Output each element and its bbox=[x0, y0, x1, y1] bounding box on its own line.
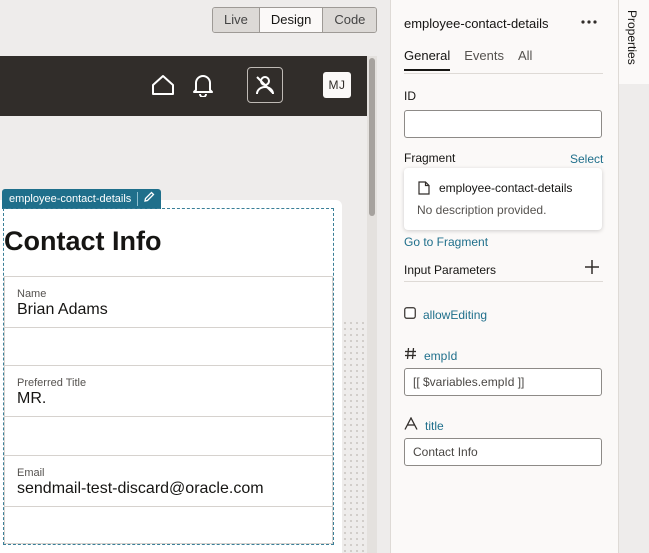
tab-all[interactable]: All bbox=[518, 48, 532, 71]
properties-title: employee-contact-details bbox=[404, 16, 549, 31]
more-options-icon[interactable] bbox=[579, 12, 599, 32]
fragment-card-description: No description provided. bbox=[417, 203, 547, 217]
mode-design-button[interactable]: Design bbox=[259, 8, 324, 32]
field-spacer bbox=[4, 506, 333, 544]
side-strip: Properties bbox=[618, 0, 649, 553]
email-field-value: sendmail-test-discard@oracle.com bbox=[17, 480, 264, 497]
param-allow-editing: allowEditing bbox=[404, 306, 487, 324]
input-parameters-label: Input Parameters bbox=[404, 263, 497, 277]
add-parameter-icon[interactable] bbox=[584, 259, 602, 277]
canvas-dot-grid bbox=[342, 320, 367, 553]
properties-panel: employee-contact-details General Events … bbox=[390, 0, 618, 553]
tab-events[interactable]: Events bbox=[464, 48, 504, 71]
mode-toggle: Live Design Code bbox=[212, 7, 378, 33]
params-divider bbox=[404, 281, 603, 282]
home-icon[interactable] bbox=[148, 70, 178, 100]
preferred-title-value: MR. bbox=[17, 390, 47, 407]
bell-icon[interactable] bbox=[188, 70, 218, 100]
go-to-fragment-link[interactable]: Go to Fragment bbox=[404, 235, 488, 249]
fragment-card[interactable]: employee-contact-details No description … bbox=[404, 168, 602, 230]
emp-id-name[interactable]: empId bbox=[424, 349, 457, 363]
name-field[interactable]: Name Brian Adams bbox=[4, 276, 333, 328]
design-canvas: Live Design Code MJ employee-contact-det… bbox=[0, 0, 390, 553]
email-field-label: Email bbox=[17, 467, 45, 479]
emp-id-input[interactable] bbox=[404, 368, 602, 396]
title-param-name[interactable]: title bbox=[425, 419, 444, 433]
user-off-icon[interactable] bbox=[247, 67, 283, 103]
canvas-scrollbar-thumb[interactable] bbox=[369, 58, 375, 216]
allow-editing-name[interactable]: allowEditing bbox=[423, 308, 487, 322]
properties-side-tab[interactable]: Properties bbox=[619, 0, 649, 84]
text-type-icon bbox=[404, 416, 418, 435]
pencil-icon[interactable] bbox=[144, 189, 155, 209]
id-input[interactable] bbox=[404, 110, 602, 138]
param-title: title bbox=[404, 416, 444, 435]
preferred-title-field[interactable]: Preferred Title MR. bbox=[4, 365, 333, 417]
fragment-card-name: employee-contact-details bbox=[439, 181, 573, 195]
tabs-divider bbox=[404, 73, 603, 74]
fragment-selection-tag[interactable]: employee-contact-details bbox=[2, 189, 162, 209]
tab-general[interactable]: General bbox=[404, 48, 451, 71]
field-spacer bbox=[4, 327, 333, 366]
contact-info-heading: Contact Info bbox=[4, 226, 162, 256]
allow-editing-checkbox[interactable] bbox=[404, 306, 416, 324]
select-fragment-link[interactable]: Select bbox=[570, 152, 603, 166]
email-field[interactable]: Email sendmail-test-discard@oracle.com bbox=[4, 455, 333, 507]
number-hash-icon bbox=[404, 347, 417, 365]
param-emp-id: empId bbox=[404, 347, 457, 365]
id-label: ID bbox=[404, 89, 416, 103]
avatar[interactable]: MJ bbox=[323, 72, 351, 98]
properties-tabs: General Events All bbox=[404, 48, 532, 71]
field-spacer bbox=[4, 416, 333, 456]
document-icon bbox=[418, 181, 430, 200]
fragment-tag-label: employee-contact-details bbox=[9, 193, 132, 205]
mode-live-button[interactable]: Live bbox=[213, 8, 260, 32]
title-param-input[interactable] bbox=[404, 438, 602, 466]
fragment-tag-separator bbox=[137, 192, 139, 206]
preferred-title-label: Preferred Title bbox=[17, 377, 87, 389]
properties-side-tab-label: Properties bbox=[625, 10, 639, 65]
app-header bbox=[0, 56, 367, 116]
mode-code-button[interactable]: Code bbox=[323, 8, 377, 32]
name-field-value: Brian Adams bbox=[17, 301, 108, 318]
name-field-label: Name bbox=[17, 288, 47, 300]
fragment-label: Fragment bbox=[404, 151, 456, 165]
